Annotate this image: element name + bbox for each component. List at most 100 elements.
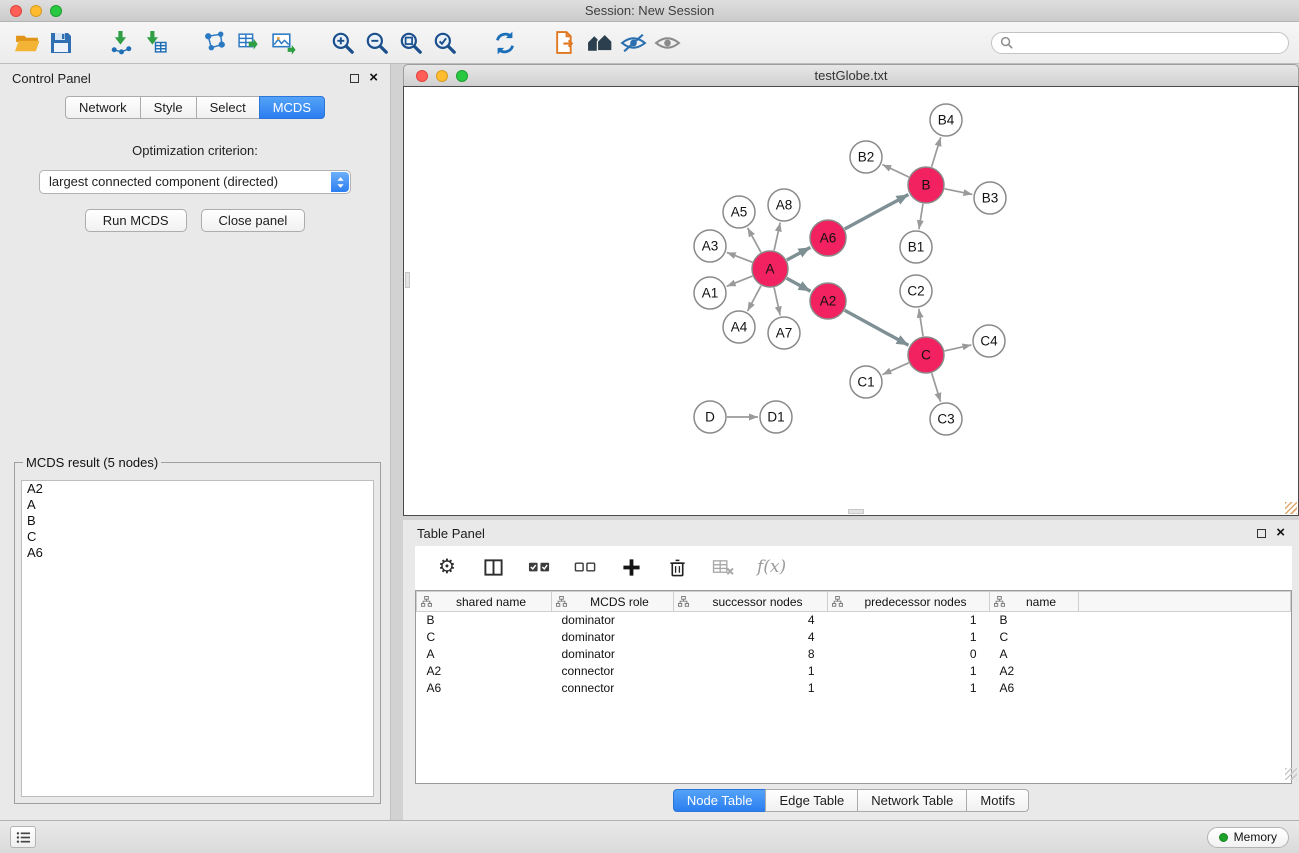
deselect-all-button[interactable]: [573, 555, 597, 579]
mcds-result-item[interactable]: A6: [22, 545, 373, 561]
show-graphics-details-button[interactable]: [616, 26, 650, 60]
memory-button[interactable]: Memory: [1207, 827, 1289, 848]
graph-edge-B-B2[interactable]: [882, 165, 909, 177]
mcds-result-item[interactable]: C: [22, 529, 373, 545]
tab-node-table[interactable]: Node Table: [673, 789, 767, 812]
home-apps-button[interactable]: [582, 26, 616, 60]
table-row[interactable]: A6connector11A6: [417, 680, 1291, 697]
tab-network-table[interactable]: Network Table: [857, 789, 967, 812]
table-row[interactable]: Adominator80A: [417, 646, 1291, 663]
import-network-button[interactable]: [104, 26, 138, 60]
run-mcds-button[interactable]: Run MCDS: [85, 209, 187, 232]
column-header-shared-name[interactable]: shared name: [417, 592, 552, 612]
graph-edge-C-C2[interactable]: [919, 309, 923, 336]
select-all-button[interactable]: [527, 555, 551, 579]
column-header-successor-nodes[interactable]: successor nodes: [674, 592, 828, 612]
close-network-window-button[interactable]: [416, 70, 428, 82]
zoom-out-button[interactable]: [360, 26, 394, 60]
plus-icon: [622, 558, 641, 577]
table-cell-filler: [1079, 646, 1291, 663]
apply-layout-button[interactable]: [488, 26, 522, 60]
close-table-panel-icon[interactable]: ×: [1276, 527, 1285, 539]
search-field[interactable]: [991, 32, 1289, 54]
attribute-type-icon: [832, 596, 843, 610]
table-cell-filler: [1079, 663, 1291, 680]
graph-edge-A-A3[interactable]: [727, 252, 753, 262]
hide-graphics-details-button[interactable]: [650, 26, 684, 60]
graph-edge-C-C1[interactable]: [882, 363, 908, 375]
graph-edge-A-A8[interactable]: [774, 223, 780, 251]
minimize-network-window-button[interactable]: [436, 70, 448, 82]
network-canvas[interactable]: B4B2BB3A5A8A6A3B1AC2A1A2A4A7C4CC1DD1C3: [403, 86, 1299, 516]
close-panel-button[interactable]: Close panel: [201, 209, 306, 232]
delete-table-button[interactable]: [711, 555, 735, 579]
open-folder-icon: [14, 31, 41, 55]
resize-grip-icon[interactable]: [1285, 768, 1297, 780]
criterion-dropdown[interactable]: largest connected component (directed): [39, 170, 351, 194]
tab-motifs[interactable]: Motifs: [966, 789, 1029, 812]
export-network-button[interactable]: [198, 26, 232, 60]
graph-node-label-B2: B2: [858, 150, 875, 165]
mcds-result-item[interactable]: A: [22, 497, 373, 513]
graph-edge-B-B3[interactable]: [945, 189, 973, 195]
graph-edge-B-B4[interactable]: [932, 137, 941, 167]
graph-edge-A-A7[interactable]: [774, 288, 780, 316]
export-table-button[interactable]: [232, 26, 266, 60]
table-row[interactable]: A2connector11A2: [417, 663, 1291, 680]
mcds-result-item[interactable]: B: [22, 513, 373, 529]
export-network-icon: [203, 30, 228, 55]
function-builder-button[interactable]: f(x): [757, 557, 786, 577]
table-cell: 1: [828, 612, 990, 629]
graph-edge-A-A4[interactable]: [748, 286, 762, 311]
export-image-button[interactable]: [266, 26, 300, 60]
column-header-name[interactable]: name: [990, 592, 1079, 612]
graph-edge-A-A2[interactable]: [787, 278, 811, 291]
table-cell: B: [990, 612, 1079, 629]
tab-style[interactable]: Style: [140, 96, 197, 119]
graph-edge-A2-C[interactable]: [845, 310, 909, 345]
float-table-panel-icon[interactable]: [1257, 529, 1266, 538]
tab-network[interactable]: Network: [65, 96, 141, 119]
create-column-button[interactable]: [619, 555, 643, 579]
graph-edge-C-C3[interactable]: [932, 373, 941, 402]
show-columns-button[interactable]: [481, 555, 505, 579]
zoom-fit-button[interactable]: [394, 26, 428, 60]
graph-edge-A6-B[interactable]: [845, 195, 909, 230]
import-table-button[interactable]: [138, 26, 172, 60]
zoom-window-button[interactable]: [50, 5, 62, 17]
close-window-button[interactable]: [10, 5, 22, 17]
column-header-predecessor-nodes[interactable]: predecessor nodes: [828, 592, 990, 612]
gear-icon: ⚙: [438, 557, 456, 577]
graph-edge-A-A1[interactable]: [727, 276, 753, 286]
column-header-mcds-role[interactable]: MCDS role: [552, 592, 674, 612]
graph-edge-B-B1[interactable]: [919, 204, 923, 229]
minimize-window-button[interactable]: [30, 5, 42, 17]
open-session-button[interactable]: [10, 26, 44, 60]
table-panel: Table Panel × ⚙: [403, 520, 1299, 820]
table-row[interactable]: Bdominator41B: [417, 612, 1291, 629]
search-input[interactable]: [1018, 36, 1280, 50]
delete-column-button[interactable]: [665, 555, 689, 579]
save-session-button[interactable]: [44, 26, 78, 60]
table-cell-filler: [1079, 680, 1291, 697]
graph-edge-C-C4[interactable]: [945, 345, 972, 351]
task-history-button[interactable]: [10, 826, 36, 848]
mcds-result-item[interactable]: A2: [22, 481, 373, 497]
close-panel-icon[interactable]: ×: [369, 72, 378, 84]
zoom-selected-button[interactable]: [428, 26, 462, 60]
graph-node-label-A8: A8: [776, 198, 793, 213]
table-row[interactable]: Cdominator41C: [417, 629, 1291, 646]
graph-edge-A-A6[interactable]: [787, 247, 811, 260]
network-window-title: testGlobe.txt: [404, 65, 1298, 86]
resize-grip-icon[interactable]: [1285, 502, 1297, 514]
tab-edge-table[interactable]: Edge Table: [765, 789, 858, 812]
table-settings-button[interactable]: ⚙: [435, 555, 459, 579]
float-panel-icon[interactable]: [350, 74, 359, 83]
attribute-type-icon: [556, 596, 567, 610]
tab-select[interactable]: Select: [196, 96, 260, 119]
zoom-in-button[interactable]: [326, 26, 360, 60]
graph-edge-A-A5[interactable]: [748, 228, 761, 253]
zoom-network-window-button[interactable]: [456, 70, 468, 82]
tab-mcds[interactable]: MCDS: [259, 96, 325, 119]
document-export-button[interactable]: [548, 26, 582, 60]
